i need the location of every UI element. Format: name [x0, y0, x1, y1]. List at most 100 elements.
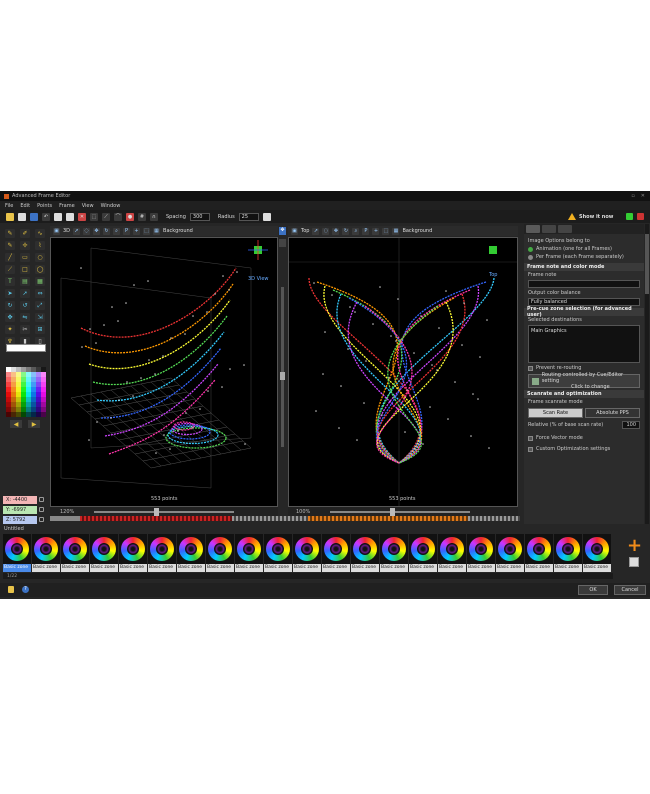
force-vector-checkbox[interactable] — [528, 435, 533, 441]
frame-thumb[interactable]: Basic zone — [351, 534, 379, 572]
points-top-icon[interactable]: P — [362, 227, 370, 235]
square-tool-icon[interactable]: □ — [20, 265, 30, 274]
tab-frame[interactable] — [526, 225, 540, 233]
menu-file[interactable]: File — [5, 203, 13, 209]
stop-icon[interactable] — [637, 213, 644, 220]
frame-thumb[interactable]: Basic zone — [583, 534, 611, 572]
zoom-top-icon[interactable]: ⌕ — [352, 227, 360, 235]
prevent-checkbox[interactable] — [528, 365, 533, 371]
image-icon[interactable] — [262, 212, 271, 221]
frame-thumb[interactable]: Basic zone — [525, 534, 553, 572]
ok-button[interactable]: OK — [578, 585, 608, 595]
move-icon[interactable]: ✥ — [5, 313, 15, 322]
pointer-tool-icon[interactable]: ➚ — [73, 227, 81, 235]
view-mode-top-icon[interactable]: ▣ — [291, 227, 298, 235]
save-icon[interactable] — [30, 212, 38, 221]
arrow-right-icon[interactable]: ▶ — [28, 420, 40, 428]
destinations-list[interactable]: Main Graphics — [528, 325, 640, 363]
relative-input[interactable]: 100 — [622, 421, 640, 429]
current-color-swatch[interactable] — [6, 344, 46, 352]
copy-icon[interactable] — [54, 212, 62, 221]
absolute-pps-button[interactable]: Absolute PPS — [585, 408, 640, 418]
view-mode-top-label[interactable]: Top — [301, 228, 309, 234]
pan-icon[interactable]: ✥ — [93, 227, 101, 235]
arrow-left-icon[interactable]: ◀ — [10, 420, 22, 428]
magnet-icon[interactable]: ∩ — [150, 212, 158, 221]
help-icon[interactable]: ? — [22, 586, 29, 593]
zoom-top-slider[interactable] — [330, 508, 471, 516]
frame-thumb[interactable]: Basic zone — [467, 534, 495, 572]
rotate-ccw-icon[interactable]: ↺ — [20, 301, 30, 310]
wand-icon[interactable]: ✦ — [5, 325, 15, 334]
grid-icon[interactable]: # — [138, 212, 146, 221]
new-icon[interactable] — [6, 212, 14, 221]
circle-tool-icon[interactable]: ○ — [35, 253, 45, 262]
viewport-top[interactable]: Top 553 points — [288, 237, 518, 507]
skew-icon[interactable]: ⇲ — [35, 313, 45, 322]
frame-thumb[interactable]: Basic zone — [264, 534, 292, 572]
routing-button[interactable]: Routing controlled by Cue/Editor setting… — [528, 372, 640, 390]
arrow-select-icon[interactable]: ➤ — [5, 289, 15, 298]
record-icon[interactable]: ● — [126, 212, 134, 221]
node-icon[interactable]: ✢ — [20, 241, 30, 250]
go-icon[interactable] — [626, 213, 633, 220]
sequence-strip-gray[interactable] — [50, 516, 80, 521]
frame-note-input[interactable] — [528, 280, 640, 288]
frame-thumb[interactable]: Basic zone — [90, 534, 118, 572]
divider-scrollbar[interactable] — [281, 287, 284, 447]
option-per-frame[interactable]: Per Frame (each Frame separately) — [524, 253, 644, 261]
frame-thumb[interactable]: Basic zone — [119, 534, 147, 572]
add-frame-icon[interactable]: + — [627, 537, 642, 555]
frame-thumb[interactable]: Basic zone — [61, 534, 89, 572]
frame-thumb[interactable]: Basic zone — [293, 534, 321, 572]
show-it-now-button[interactable]: Show it now — [568, 212, 613, 221]
lasso-icon[interactable]: ◌ — [83, 227, 91, 235]
sequence-strip-end[interactable] — [468, 516, 520, 521]
frame-thumb[interactable]: Basic zone — [148, 534, 176, 572]
open-icon[interactable] — [18, 212, 26, 221]
pan-top-icon[interactable]: ✥ — [332, 227, 340, 235]
radius-input[interactable]: 25 — [238, 212, 259, 221]
tab-points[interactable] — [542, 225, 556, 233]
ellipse-tool-icon[interactable]: ◯ — [35, 265, 45, 274]
zoom-3d-slider-thumb[interactable] — [154, 508, 160, 516]
curve-icon[interactable]: ⌒ — [114, 212, 122, 221]
rotate-icon[interactable]: ↻ — [5, 301, 15, 310]
pencil-icon[interactable]: ✎ — [5, 229, 15, 238]
menu-edit[interactable]: Edit — [20, 203, 30, 209]
scissors-icon[interactable]: ✂ — [20, 325, 30, 334]
sequence-strip-mid[interactable] — [232, 516, 308, 521]
frame-thumb[interactable]: Basic zone — [438, 534, 466, 572]
measure-icon[interactable]: ⊞ — [35, 325, 45, 334]
pin-icon[interactable]: ✥ — [279, 227, 286, 235]
sequence-strip-red[interactable] — [80, 516, 232, 521]
lock-x-icon[interactable] — [39, 497, 44, 502]
duplicate-frame-icon[interactable] — [629, 557, 639, 567]
close-icon[interactable]: ✕ — [641, 193, 645, 199]
transform-icon[interactable]: ⇔ — [35, 289, 45, 298]
scale-icon[interactable]: ⤢ — [35, 301, 45, 310]
radio-per-frame-icon[interactable] — [528, 254, 533, 260]
bezier-icon[interactable]: ⌇ — [35, 241, 45, 250]
polyline-icon[interactable]: ⟋ — [5, 265, 15, 274]
orbit-top-icon[interactable]: ↻ — [342, 227, 350, 235]
timeline-scrollbar[interactable]: 1/22 — [3, 573, 613, 579]
frame-thumb[interactable]: Basic zone — [3, 534, 31, 572]
sequence-strip-orange[interactable] — [308, 516, 468, 521]
lasso-top-icon[interactable]: ◌ — [322, 227, 330, 235]
orbit-icon[interactable]: ↻ — [103, 227, 111, 235]
text-tool-icon[interactable]: T — [5, 277, 15, 286]
output-color-select[interactable]: Fully balanced — [528, 298, 640, 306]
freehand-icon[interactable]: ∿ — [35, 229, 45, 238]
frame-thumb[interactable]: Basic zone — [322, 534, 350, 572]
frame-thumb[interactable]: Basic zone — [235, 534, 263, 572]
panel-scrollbar-thumb[interactable] — [645, 234, 649, 294]
rect-tool-icon[interactable]: ▭ — [20, 253, 30, 262]
frame-thumb[interactable]: Basic zone — [380, 534, 408, 572]
lock-y-icon[interactable] — [39, 507, 44, 512]
color-palette[interactable] — [6, 367, 46, 417]
zoom-3d-slider[interactable] — [94, 508, 235, 516]
view-mode-icon[interactable]: ▣ — [53, 227, 60, 235]
menu-window[interactable]: Window — [101, 203, 121, 209]
background-top-icon[interactable]: ▦ — [392, 227, 400, 235]
